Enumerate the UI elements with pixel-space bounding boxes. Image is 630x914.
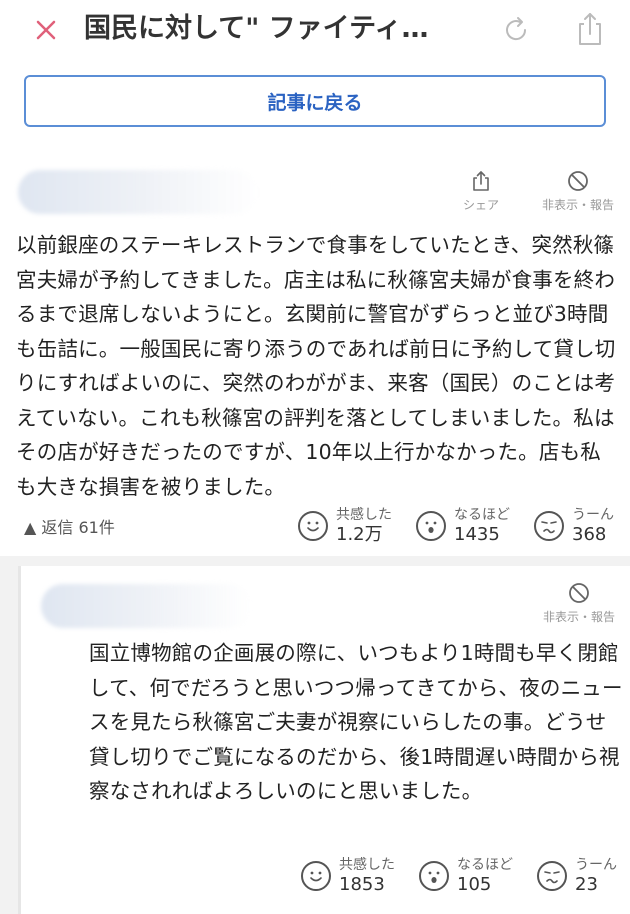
prohibit-icon	[569, 583, 589, 603]
reaction-count: 1435	[454, 524, 500, 545]
reaction-label: うーん	[572, 507, 614, 523]
reaction-agree[interactable]: 共感した 1.2万	[298, 506, 392, 546]
reaction-count: 368	[572, 524, 607, 545]
top-bar: 国民に対して" ファイティ…	[0, 0, 630, 63]
puzzled-icon	[537, 861, 567, 891]
puzzled-icon	[534, 511, 564, 541]
page-title: 国民に対して" ファイティ…	[84, 13, 429, 44]
close-icon[interactable]	[28, 12, 64, 48]
reaction-count: 23	[575, 874, 598, 895]
reaction-insight[interactable]: なるほど 105	[419, 856, 513, 896]
share-action[interactable]: シェア	[458, 170, 504, 213]
hide-report-action[interactable]: 非表示・報告	[530, 170, 626, 213]
surprised-icon	[419, 861, 449, 891]
prohibit-icon	[568, 171, 588, 191]
reaction-label: なるほど	[454, 507, 510, 523]
comment-text: 以前銀座のステーキレストランで食事をしていたとき、突然秋篠宮夫婦が予約してきまし…	[16, 233, 616, 499]
reaction-label: 共感した	[339, 857, 395, 873]
reply-card: 非表示・報告 国立博物館の企画展の際に、いつもより1時間も早く閉館して、何でだろ…	[18, 566, 630, 914]
comment-text: 国立博物館の企画展の際に、いつもより1時間も早く閉館して、何でだろうと思いつつ帰…	[89, 641, 623, 803]
avatar	[18, 170, 258, 214]
reaction-label: うーん	[575, 857, 617, 873]
share-icon	[473, 171, 489, 191]
reaction-count: 1.2万	[336, 524, 383, 545]
avatar	[41, 584, 251, 628]
reaction-label: 共感した	[336, 507, 392, 523]
hide-report-label: 非表示・報告	[541, 198, 614, 212]
hide-report-label: 非表示・報告	[542, 610, 615, 624]
share-icon[interactable]	[574, 10, 606, 48]
reaction-count: 1853	[339, 874, 385, 895]
back-to-article-button[interactable]: 記事に戻る	[24, 75, 606, 127]
reaction-hmm[interactable]: うーん 23	[537, 856, 617, 896]
smile-icon	[298, 511, 328, 541]
reload-icon[interactable]	[500, 14, 532, 46]
reaction-insight[interactable]: なるほど 1435	[416, 506, 510, 546]
hide-report-action[interactable]: 非表示・報告	[531, 582, 627, 625]
smile-icon	[301, 861, 331, 891]
surprised-icon	[416, 511, 446, 541]
share-label: シェア	[462, 198, 499, 212]
comment-card: シェア 非表示・報告 以前銀座のステーキレストランで食事をしていたとき、突然秋篠…	[0, 142, 630, 556]
reaction-hmm[interactable]: うーん 368	[534, 506, 614, 546]
reaction-count: 105	[457, 874, 492, 895]
reaction-agree[interactable]: 共感した 1853	[301, 856, 395, 896]
back-button-area: 記事に戻る	[0, 62, 630, 142]
replies-toggle[interactable]: ▲ 返信 61件	[24, 514, 115, 538]
reaction-label: なるほど	[457, 857, 513, 873]
